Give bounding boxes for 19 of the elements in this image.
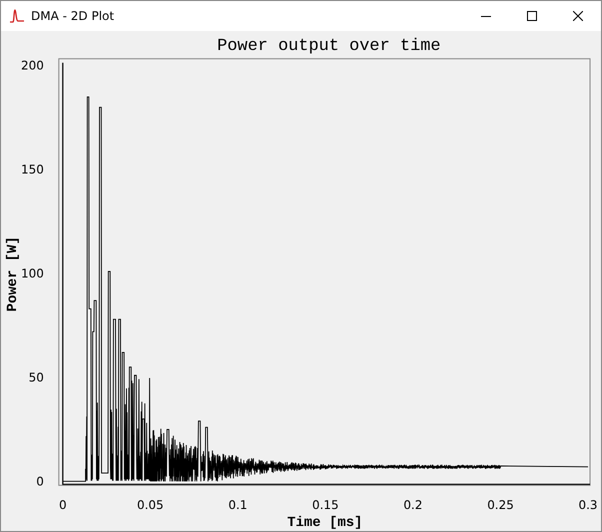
x-tick-label: 0.3: [578, 498, 598, 512]
y-tick-label: 50: [28, 370, 44, 384]
y-tick-label: 150: [21, 162, 44, 177]
x-tick-label: 0.25: [487, 498, 514, 512]
x-tick-label: 0.1: [228, 498, 248, 512]
y-axis-label: Power [W]: [4, 236, 21, 312]
maximize-icon: [527, 11, 537, 21]
y-tick-label: 0: [36, 474, 44, 488]
y-tick-label: 100: [21, 266, 44, 280]
close-icon: [573, 11, 583, 21]
x-tick-label: 0.15: [312, 498, 339, 512]
x-tick-label: 0: [59, 498, 67, 512]
x-tick-label: 0.2: [403, 498, 422, 512]
waveform-icon: [9, 8, 25, 24]
y-tick-label: 200: [21, 58, 44, 73]
x-axis-label: Time [ms]: [287, 515, 363, 531]
window-title: DMA - 2D Plot: [31, 9, 116, 23]
plot-title: Power output over time: [217, 36, 441, 56]
x-tick-label: 0.05: [137, 498, 164, 512]
